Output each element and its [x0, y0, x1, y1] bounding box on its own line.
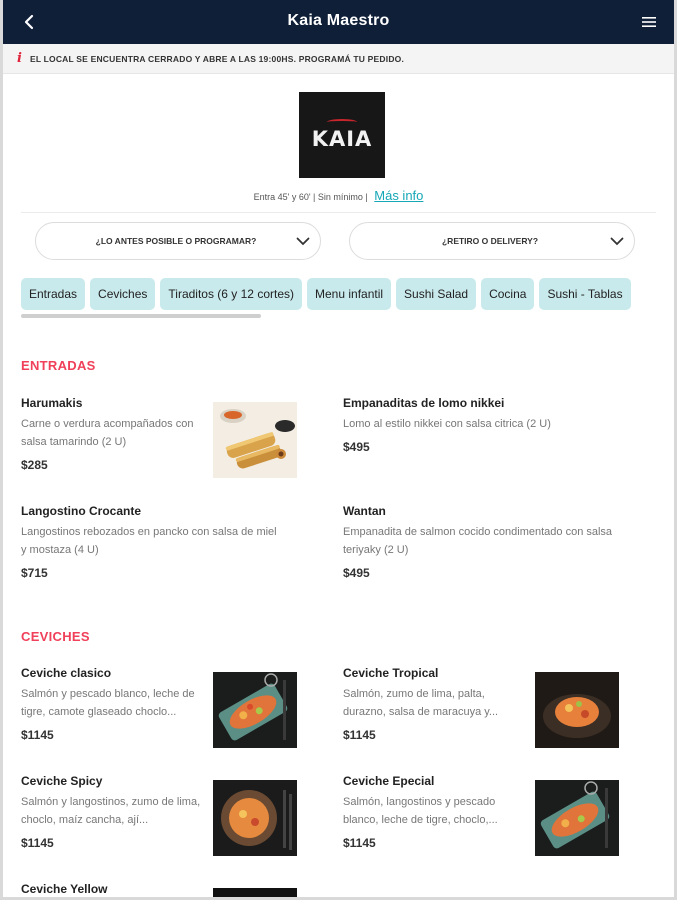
category-scrollbar[interactable] [21, 314, 261, 318]
section-title-entradas: ENTRADAS [21, 358, 96, 373]
item-image[interactable] [213, 672, 297, 748]
item-price: $495 [343, 566, 370, 580]
logo-text: KAIA [311, 127, 373, 151]
more-info-link[interactable]: Más info [374, 188, 423, 203]
menu-item[interactable]: Langostino Crocante Langostinos rebozado… [21, 504, 321, 580]
hamburger-icon [642, 17, 656, 27]
info-icon: i [17, 51, 22, 66]
item-image[interactable] [535, 780, 619, 856]
category-tab-tiraditos[interactable]: Tiraditos (6 y 12 cortes) [160, 278, 302, 310]
delivery-time-text: Entra 45' y 60' | Sin mínimo | [253, 192, 368, 202]
item-image[interactable] [213, 780, 297, 856]
item-image[interactable] [213, 888, 297, 897]
closed-notice-text: EL LOCAL SE ENCUENTRA CERRADO Y ABRE A L… [29, 53, 405, 64]
item-name: Langostino Crocante [21, 504, 142, 518]
item-description: Carne o verdura acompañados con salsa ta… [21, 418, 194, 448]
divider [21, 212, 656, 213]
top-bar: Kaia Maestro [3, 0, 674, 44]
delivery-select-label: ¿RETIRO O DELIVERY? [441, 236, 539, 246]
menu-item[interactable]: Empanaditas de lomo nikkei Lomo al estil… [343, 396, 643, 454]
section-title-ceviches: CEVICHES [21, 629, 90, 644]
item-price: $495 [343, 440, 370, 454]
schedule-select-label: ¿LO ANTES POSIBLE O PROGRAMAR? [95, 236, 257, 246]
chevron-down-icon [600, 237, 634, 246]
item-description: Lomo al estilo nikkei con salsa citrica … [343, 418, 551, 430]
item-name: Empanaditas de lomo nikkei [343, 396, 505, 410]
category-tab-sushi-tablas[interactable]: Sushi - Tablas [539, 278, 631, 310]
menu-button[interactable] [636, 10, 662, 34]
item-description: Salmón y pescado blanco, leche de tigre,… [21, 688, 195, 718]
store-info: Entra 45' y 60' | Sin mínimo | Más info [3, 188, 674, 203]
app-frame: Kaia Maestro i EL LOCAL SE ENCUENTRA CER… [0, 0, 677, 900]
item-description: Salmón y langostinos, zumo de lima, choc… [21, 796, 201, 826]
item-description: Empanadita de salmon cocido condimentado… [343, 526, 613, 556]
menu-item[interactable]: Wantan Empanadita de salmon cocido condi… [343, 504, 643, 580]
category-tab-menu-infantil[interactable]: Menu infantil [307, 278, 392, 310]
category-tab-sushi-salad[interactable]: Sushi Salad [396, 278, 477, 310]
closed-notice: i EL LOCAL SE ENCUENTRA CERRADO Y ABRE A… [3, 44, 674, 74]
item-description: Salmón, zumo de lima, palta, durazno, sa… [343, 688, 499, 718]
item-description: Salmón, langostinos y pescado blanco, le… [343, 796, 498, 826]
item-image[interactable] [535, 672, 619, 748]
schedule-select[interactable]: ¿LO ANTES POSIBLE O PROGRAMAR? [35, 222, 321, 260]
item-price: $715 [21, 566, 48, 580]
category-tab-cocina[interactable]: Cocina [481, 278, 535, 310]
category-tab-ceviches[interactable]: Ceviches [90, 278, 156, 310]
logo-mark [327, 119, 357, 125]
page-title: Kaia Maestro [287, 12, 390, 29]
store-logo: KAIA [299, 92, 385, 178]
item-name: Wantan [343, 504, 386, 518]
category-tab-entradas[interactable]: Entradas [21, 278, 86, 310]
chevron-down-icon [286, 237, 320, 246]
item-image[interactable] [213, 402, 297, 478]
delivery-select[interactable]: ¿RETIRO O DELIVERY? [349, 222, 635, 260]
item-description: Langostinos rebozados en pancko con sals… [21, 526, 277, 556]
category-tabs: Entradas Ceviches Tiraditos (6 y 12 cortes… [21, 278, 663, 312]
